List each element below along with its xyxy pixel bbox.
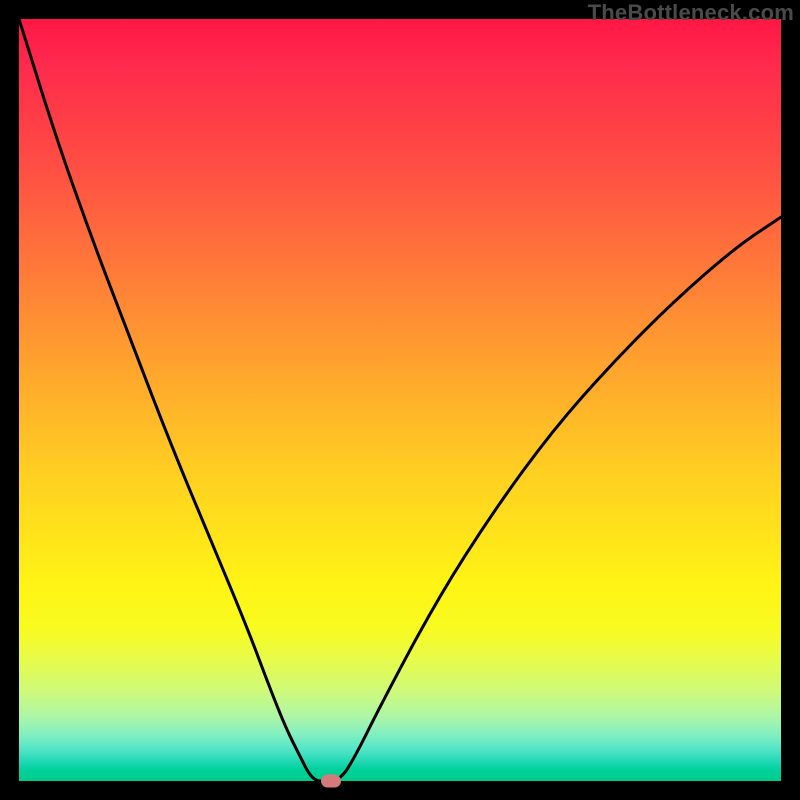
optimal-point-marker [321, 775, 341, 788]
chart-plot-area [19, 19, 781, 781]
chart-frame: TheBottleneck.com [0, 0, 800, 800]
attribution-label: TheBottleneck.com [588, 0, 794, 26]
bottleneck-curve [19, 19, 781, 781]
